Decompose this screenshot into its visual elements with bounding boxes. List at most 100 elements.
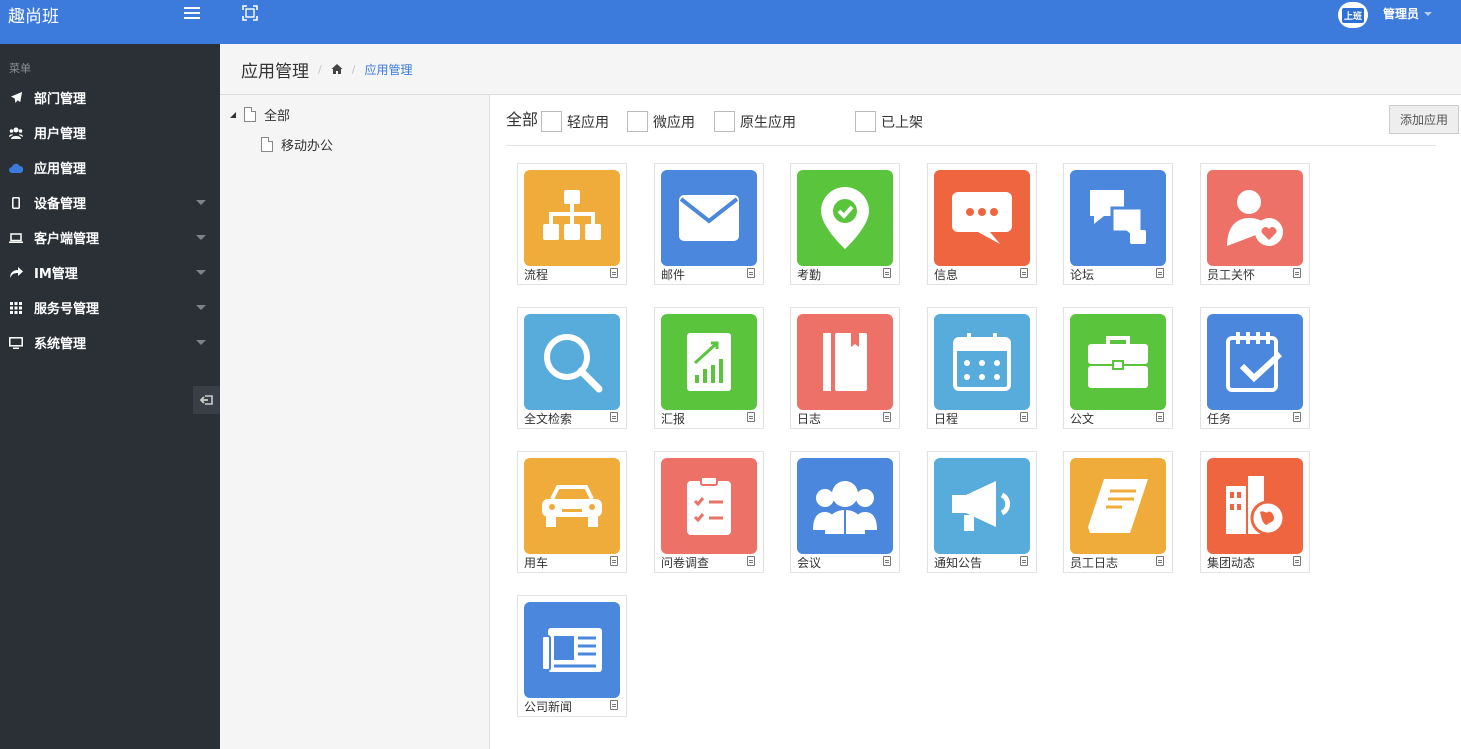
- app-card[interactable]: 员工关怀: [1200, 163, 1310, 285]
- search-icon[interactable]: [524, 314, 620, 410]
- sidebar-item[interactable]: 应用管理: [0, 150, 220, 185]
- app-card[interactable]: 日志: [790, 307, 900, 429]
- chevron-down-icon: [196, 200, 206, 205]
- map-pin-check-icon[interactable]: [797, 170, 893, 266]
- app-card[interactable]: 汇报: [654, 307, 764, 429]
- filter-checkbox-native-app[interactable]: 原生应用: [714, 111, 796, 132]
- app-card[interactable]: 邮件: [654, 163, 764, 285]
- desktop-icon: [9, 336, 23, 350]
- avatar[interactable]: 上班: [1338, 2, 1368, 28]
- app-name: 会议: [797, 556, 822, 570]
- checkbox[interactable]: [714, 111, 735, 132]
- chat-bubble-icon[interactable]: [934, 170, 1030, 266]
- chevron-down-icon: [196, 340, 206, 345]
- sidebar-item-label: 部门管理: [34, 92, 87, 107]
- tree-node-root[interactable]: 全部: [230, 105, 290, 124]
- app-card[interactable]: 考勤: [790, 163, 900, 285]
- sidebar-item-label: IM管理: [34, 267, 78, 282]
- filter-all-label[interactable]: 全部: [506, 106, 538, 130]
- checkbox[interactable]: [541, 111, 562, 132]
- briefcase-icon[interactable]: [1070, 314, 1166, 410]
- app-type-icon: [1156, 268, 1164, 278]
- menu-caption: 菜单: [9, 62, 31, 75]
- app-card[interactable]: 员工日志: [1063, 451, 1173, 573]
- category-tree: 全部 移动办公: [220, 95, 490, 749]
- sidebar-item-label: 系统管理: [34, 337, 87, 352]
- hamburger-menu-icon[interactable]: [184, 7, 200, 19]
- calendar-icon[interactable]: [934, 314, 1030, 410]
- app-card[interactable]: 流程: [517, 163, 627, 285]
- clipboard-icon[interactable]: [661, 458, 757, 554]
- brand-bar: 趣尚班: [0, 0, 220, 44]
- app-type-icon: [1020, 556, 1028, 566]
- collapse-sidebar-icon[interactable]: [193, 386, 220, 414]
- filter-checkbox-published[interactable]: 已上架: [855, 111, 923, 132]
- fullscreen-icon[interactable]: [242, 5, 258, 21]
- user-menu[interactable]: 管理员: [1383, 5, 1433, 22]
- add-app-button[interactable]: 添加应用: [1389, 105, 1459, 134]
- task-check-icon[interactable]: [1207, 314, 1303, 410]
- app-card[interactable]: 论坛: [1063, 163, 1173, 285]
- user-name: 管理员: [1383, 7, 1420, 21]
- app-card[interactable]: 日程: [927, 307, 1037, 429]
- tree-expand-icon[interactable]: [230, 111, 236, 118]
- envelope-icon[interactable]: [661, 170, 757, 266]
- car-icon[interactable]: [524, 458, 620, 554]
- app-name: 员工日志: [1070, 556, 1119, 570]
- checkbox[interactable]: [855, 111, 876, 132]
- discussion-icon[interactable]: [1070, 170, 1166, 266]
- sidebar-item[interactable]: 用户管理: [0, 115, 220, 150]
- sidebar-item[interactable]: 设备管理: [0, 185, 220, 220]
- app-card[interactable]: 任务: [1200, 307, 1310, 429]
- filter-checkbox-micro-app[interactable]: 微应用: [627, 111, 695, 132]
- checkbox-label: 原生应用: [740, 114, 796, 131]
- breadcrumb-separator: /: [318, 62, 322, 76]
- app-type-icon: [610, 556, 618, 566]
- app-type-icon: [610, 412, 618, 422]
- sidebar-item[interactable]: 客户端管理: [0, 220, 220, 255]
- app-type-icon: [1156, 556, 1164, 566]
- app-name: 任务: [1207, 412, 1232, 426]
- book-icon[interactable]: [1070, 458, 1166, 554]
- notebook-icon[interactable]: [797, 314, 893, 410]
- app-card[interactable]: 会议: [790, 451, 900, 573]
- org-chart-icon[interactable]: [524, 170, 620, 266]
- mobile-icon: [9, 196, 23, 210]
- file-icon: [261, 137, 273, 152]
- checkbox-label: 已上架: [881, 114, 923, 131]
- user-heart-icon[interactable]: [1207, 170, 1303, 266]
- app-type-icon: [883, 268, 891, 278]
- people-group-icon[interactable]: [797, 458, 893, 554]
- building-globe-icon[interactable]: [1207, 458, 1303, 554]
- app-card[interactable]: 全文检索: [517, 307, 627, 429]
- app-card[interactable]: 公司新闻: [517, 595, 627, 717]
- sidebar-item[interactable]: 系统管理: [0, 325, 220, 360]
- sidebar-item[interactable]: 服务号管理: [0, 290, 220, 325]
- breadcrumb-current[interactable]: 应用管理: [364, 61, 412, 78]
- sidebar-item[interactable]: IM管理: [0, 255, 220, 290]
- megaphone-icon[interactable]: [934, 458, 1030, 554]
- home-icon[interactable]: [331, 63, 343, 75]
- sidebar-item-label: 客户端管理: [34, 232, 100, 247]
- app-card[interactable]: 问卷调查: [654, 451, 764, 573]
- filter-bar: 全部 轻应用 微应用 原生应用 已上架 添加应用: [506, 95, 1459, 146]
- sidebar-item[interactable]: 部门管理: [0, 80, 220, 115]
- app-card[interactable]: 通知公告: [927, 451, 1037, 573]
- app-card[interactable]: 信息: [927, 163, 1037, 285]
- app-card[interactable]: 集团动态: [1200, 451, 1310, 573]
- brand-title: 趣尚班: [8, 6, 59, 27]
- app-name: 邮件: [661, 268, 686, 282]
- tree-node-child[interactable]: 移动办公: [261, 135, 333, 154]
- app-card[interactable]: 公文: [1063, 307, 1173, 429]
- app-name: 用车: [524, 556, 549, 570]
- checkbox-label: 轻应用: [567, 114, 609, 131]
- tree-node-label: 移动办公: [281, 139, 334, 154]
- checkbox[interactable]: [627, 111, 648, 132]
- report-chart-icon[interactable]: [661, 314, 757, 410]
- app-name: 全文检索: [524, 412, 573, 426]
- app-type-icon: [747, 556, 755, 566]
- app-card[interactable]: 用车: [517, 451, 627, 573]
- filter-checkbox-light-app[interactable]: 轻应用: [541, 111, 609, 132]
- newspaper-icon[interactable]: [524, 602, 620, 698]
- top-bar: 上班 管理员: [220, 0, 1461, 44]
